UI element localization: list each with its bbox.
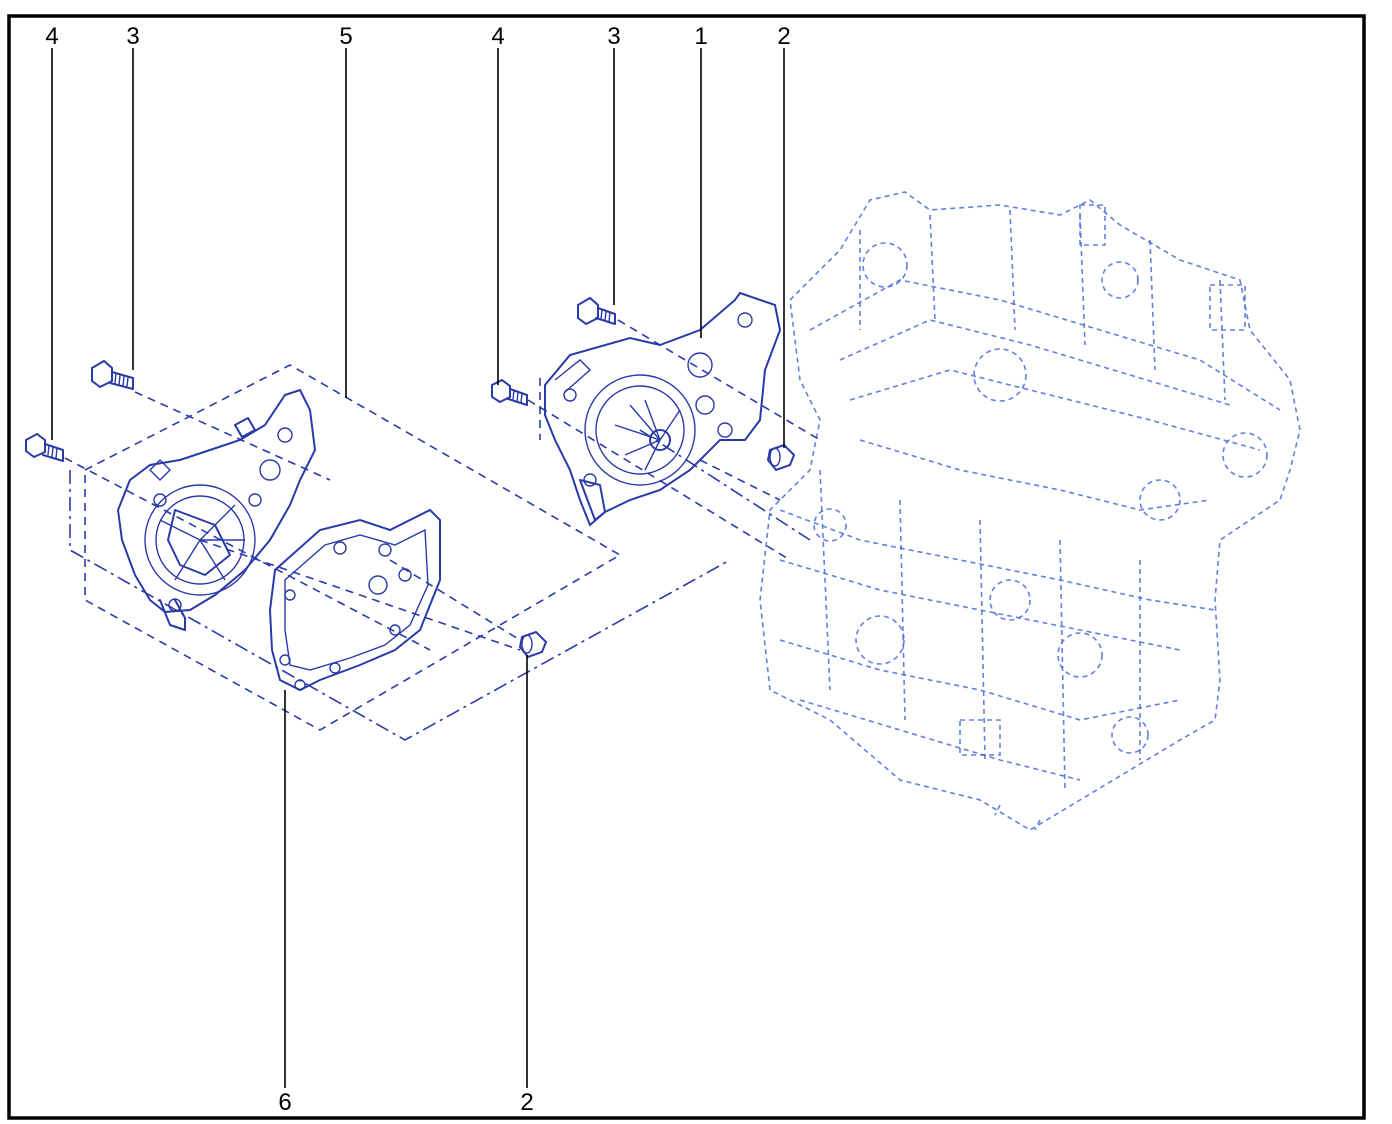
dowel-left <box>518 630 548 659</box>
gasket <box>268 508 441 692</box>
callout-label: 1 <box>694 23 707 50</box>
callout-label: 3 <box>126 23 139 50</box>
callout-label: 4 <box>45 23 58 50</box>
callout-label: 2 <box>777 23 790 50</box>
bolt-right-upper <box>577 296 616 326</box>
engine-block-ghost <box>759 191 1301 831</box>
dowel-right <box>766 443 796 472</box>
callout-label: 3 <box>607 23 620 50</box>
callout-label: 6 <box>278 1089 291 1116</box>
bolt-left-upper <box>91 359 134 390</box>
callout-label: 5 <box>339 23 352 50</box>
water-pump-installed <box>539 291 782 527</box>
bolt-left <box>25 432 64 462</box>
callout-label: 2 <box>520 1089 533 1116</box>
callouts-bottom: 6 2 <box>278 1089 533 1116</box>
callouts-top: 4 3 5 4 3 1 2 <box>45 23 790 50</box>
exploded-view-diagram: 4 3 5 4 3 1 2 6 2 <box>0 0 1392 1124</box>
callout-label: 4 <box>491 23 504 50</box>
diagram-canvas: 4 3 5 4 3 1 2 6 2 <box>7 14 1366 1120</box>
